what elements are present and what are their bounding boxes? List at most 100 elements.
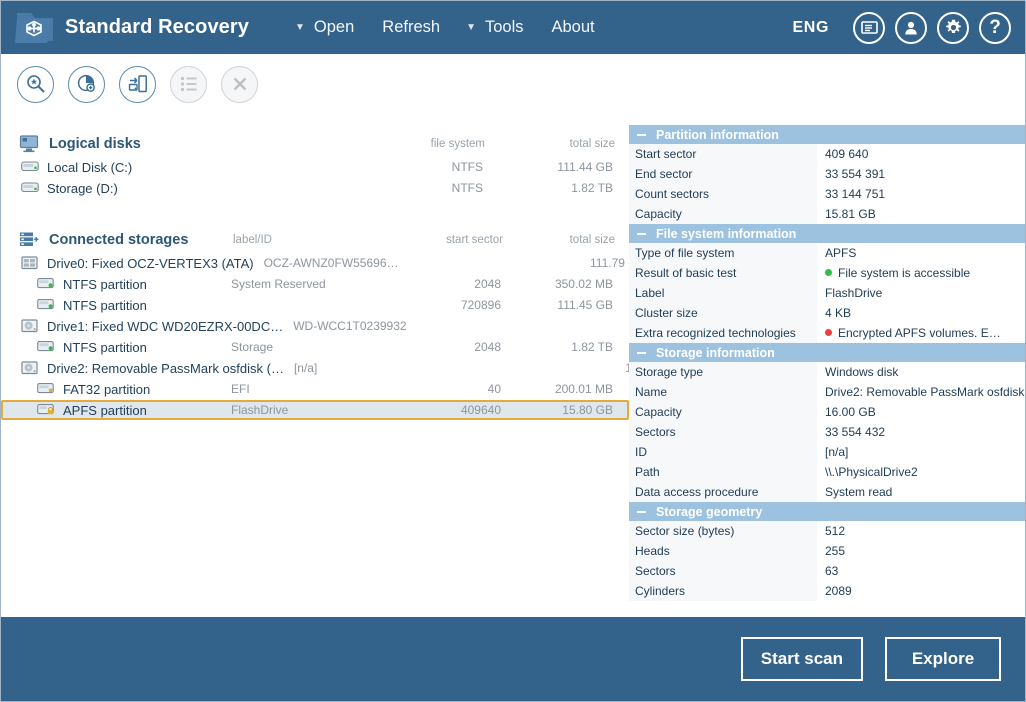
chevron-down-icon[interactable]: ▼ [1024, 482, 1025, 502]
property-key: Extra recognized technologies [629, 322, 817, 343]
property-row[interactable]: Extra recognized technologies Encrypted … [629, 322, 1025, 343]
section-header-storage-geometry[interactable]: Storage geometry [629, 502, 1025, 521]
cell-total-size: 200.01 MB [554, 382, 613, 396]
footer-bar: Start scan Explore [1, 617, 1025, 701]
property-value-text: File system is accessible [838, 265, 971, 280]
property-value-text: Encrypted APFS volumes. E… [838, 325, 1001, 340]
cell-total-size: 1.82 TB [571, 181, 613, 195]
column-label-id: label/ID [233, 234, 272, 246]
storage-row-drive2[interactable]: Drive2: Removable PassMark osfdisk (… [n… [1, 358, 676, 378]
property-row: Start sector 409 640 [629, 143, 1025, 164]
scan-magnifier-icon[interactable] [17, 65, 54, 103]
property-value: 512 [817, 520, 1025, 541]
property-key: Capacity [629, 401, 817, 422]
connected-storages-title: Connected storages [49, 232, 189, 248]
partition-name: APFS partition [63, 402, 147, 418]
language-selector[interactable]: ENG [793, 19, 829, 37]
partition-row[interactable]: NTFS partition Storage 2048 1.82 TB [1, 337, 629, 357]
connected-storages-header: Connected storages label/ID start sector… [1, 227, 629, 253]
cell-file-system: NTFS [451, 160, 483, 174]
application-window: Standard Recovery ▼ Open Refresh ▼ Tools… [0, 0, 1026, 702]
app-title: Standard Recovery [65, 16, 249, 38]
property-key: Type of file system [629, 242, 817, 263]
collapse-icon[interactable] [637, 133, 646, 136]
settings-gear-icon[interactable] [937, 11, 969, 44]
property-row: Heads 255 [629, 540, 1025, 561]
menu-item-open[interactable]: Open [312, 14, 356, 41]
hdd-icon [21, 361, 39, 375]
disk-analysis-icon[interactable] [68, 65, 105, 103]
property-row: Sector size (bytes) 512 [629, 520, 1025, 541]
help-icon[interactable]: ? [979, 11, 1011, 44]
section-header-partition-information[interactable]: Partition information [629, 125, 1025, 144]
help-glyph: ? [989, 17, 1001, 38]
logical-disk-row[interactable]: Local Disk (C:) NTFS 111.44 GB [1, 157, 629, 177]
menu-item-refresh[interactable]: Refresh [380, 14, 442, 41]
property-value: 33 554 391 [817, 163, 1025, 184]
property-key: Capacity [629, 203, 817, 224]
storage-name: Drive1: Fixed WDC WD20EZRX-00DC… [47, 318, 284, 334]
property-key: Name [629, 381, 817, 402]
storage-row-drive0[interactable]: Drive0: Fixed OCZ-VERTEX3 (ATA) OCZ-AWNZ… [1, 253, 646, 273]
property-row: Cluster size 4 KB [629, 302, 1025, 323]
partition-name: NTFS partition [63, 339, 147, 355]
collapse-icon[interactable] [637, 510, 646, 513]
connected-storages-columns: label/ID start sector total size [223, 234, 629, 246]
partition-yellow-icon [37, 382, 55, 396]
tools-menu-caret-icon[interactable]: ▼ [466, 22, 476, 33]
section-header-file-system-information[interactable]: File system information [629, 224, 1025, 243]
collapse-icon[interactable] [637, 351, 646, 354]
logical-disks-columns: file system total size [335, 138, 629, 150]
explore-button[interactable]: Explore [885, 637, 1001, 681]
property-row: Name Drive2: Removable PassMark osfdisk … [629, 381, 1025, 402]
start-scan-button[interactable]: Start scan [740, 637, 863, 681]
partition-green-icon [37, 277, 55, 291]
section-header-storage-information[interactable]: Storage information [629, 343, 1025, 362]
storage-tree-pane: Logical disks file system total size Loc… [1, 125, 676, 617]
partition-name: FAT32 partition [63, 381, 151, 397]
user-account-icon[interactable] [895, 11, 927, 44]
column-file-system: file system [430, 138, 485, 150]
menu-item-tools[interactable]: Tools [483, 14, 526, 41]
storage-cells: OCZ-AWNZ0FW55696… 111.79 GB [254, 256, 660, 270]
property-row-data-access[interactable]: Data access procedure System read ▼ [629, 481, 1025, 502]
property-row: Capacity 15.81 GB [629, 203, 1025, 224]
property-value: Windows disk [817, 361, 1025, 382]
property-row: Result of basic test File system is acce… [629, 262, 1025, 283]
cell-label-id: FlashDrive [231, 403, 289, 417]
partition-cells: System Reserved 2048 350.02 MB [221, 277, 627, 291]
property-key: Result of basic test [629, 262, 817, 283]
stacked-disks-icon [19, 231, 39, 249]
logical-disk-row[interactable]: Storage (D:) NTFS 1.82 TB [1, 178, 629, 198]
property-row: Sectors 63 [629, 560, 1025, 581]
cell-total-size: 111.44 GB [557, 160, 613, 174]
property-key: Cylinders [629, 580, 817, 601]
data-access-dropdown[interactable]: System read ▼ [817, 481, 1025, 502]
cell-file-system: NTFS [451, 181, 483, 195]
cell-total-size: 15.80 GB [562, 403, 613, 417]
property-value-with-status[interactable]: Encrypted APFS volumes. E… ▶ [817, 322, 1025, 343]
property-key: Storage type [629, 361, 817, 382]
messages-icon[interactable] [853, 11, 885, 44]
property-row: Storage type Windows disk [629, 361, 1025, 382]
partition-row[interactable]: FAT32 partition EFI 40 200.01 MB [1, 379, 629, 399]
cell-total-size: 111.45 GB [557, 298, 613, 312]
disk-copy-icon[interactable] [119, 65, 156, 103]
partition-row[interactable]: NTFS partition 720896 111.45 GB [1, 295, 629, 315]
property-value: 16.00 GB [817, 401, 1025, 422]
cell-start-sector: 409640 [460, 403, 501, 417]
partition-name: NTFS partition [63, 276, 147, 292]
open-menu-caret-icon[interactable]: ▼ [295, 22, 305, 33]
header-actions: ENG ? [793, 1, 1011, 54]
partition-row-selected[interactable]: APFS partition FlashDrive 409640 15.80 G… [1, 400, 629, 420]
collapse-icon[interactable] [637, 232, 646, 235]
property-key: Data access procedure [629, 481, 817, 502]
menu-item-about[interactable]: About [550, 14, 597, 41]
partition-lock-icon [37, 403, 55, 417]
partition-row[interactable]: NTFS partition System Reserved 2048 350.… [1, 274, 629, 294]
storage-row-drive1[interactable]: Drive1: Fixed WDC WD20EZRX-00DC… WD-WCC1… [1, 316, 675, 336]
partition-name: NTFS partition [63, 297, 147, 313]
property-key: Path [629, 461, 817, 482]
property-value: FlashDrive [817, 282, 1025, 303]
property-value: 33 144 751 [817, 183, 1025, 204]
